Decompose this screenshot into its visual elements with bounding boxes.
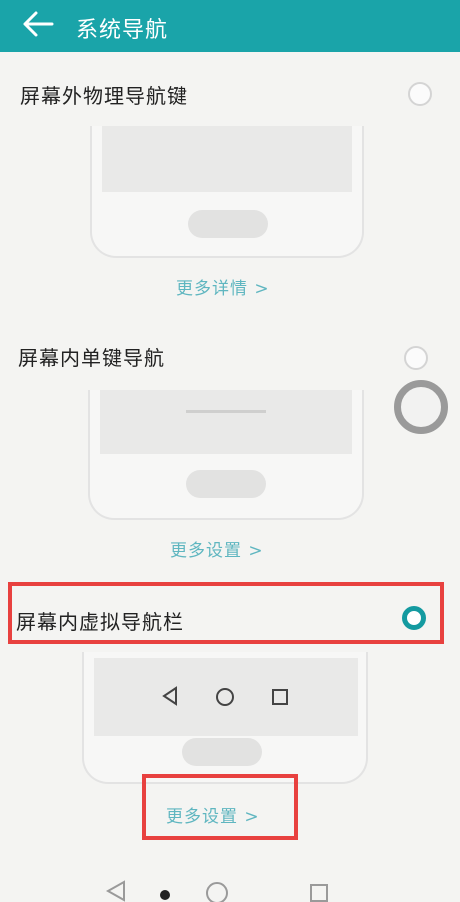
page-title: 系统导航 xyxy=(76,18,169,43)
single-key-preview xyxy=(88,390,364,520)
virtual-nav-preview xyxy=(82,652,368,784)
nav-back-icon[interactable] xyxy=(104,880,128,902)
arrow-left-icon[interactable] xyxy=(22,10,54,38)
option-single-key-label[interactable]: 屏幕内单键导航 xyxy=(18,342,165,371)
home-circle-icon xyxy=(216,688,234,706)
preview-screen xyxy=(94,658,358,736)
preview-screen xyxy=(102,126,352,192)
option-single-key-radio[interactable] xyxy=(404,346,428,370)
back-triangle-icon xyxy=(162,686,177,706)
single-home-button xyxy=(186,470,266,498)
option-physical-keys-more-link[interactable]: 更多详情 > xyxy=(176,274,270,299)
nav-dot-icon xyxy=(160,890,170,900)
recent-square-icon xyxy=(272,689,288,705)
system-nav-bar xyxy=(0,866,460,902)
physical-keys-preview xyxy=(90,126,364,258)
option-physical-keys-radio[interactable] xyxy=(408,82,432,106)
app-header: 系统导航 xyxy=(0,0,460,52)
preview-screen xyxy=(100,390,352,454)
nav-home-icon[interactable] xyxy=(204,880,230,902)
option-single-key-more-link[interactable]: 更多设置 > xyxy=(170,536,264,561)
highlight-box-virtual-nav xyxy=(8,582,444,644)
option-physical-keys-label[interactable]: 屏幕外物理导航键 xyxy=(20,80,188,109)
floating-nav-dot[interactable] xyxy=(394,380,448,434)
highlight-box-more-settings xyxy=(142,774,298,840)
single-key-bar xyxy=(186,410,266,413)
nav-recent-icon[interactable] xyxy=(308,882,330,902)
physical-home-button xyxy=(188,210,268,238)
virtual-home-button xyxy=(182,738,262,766)
